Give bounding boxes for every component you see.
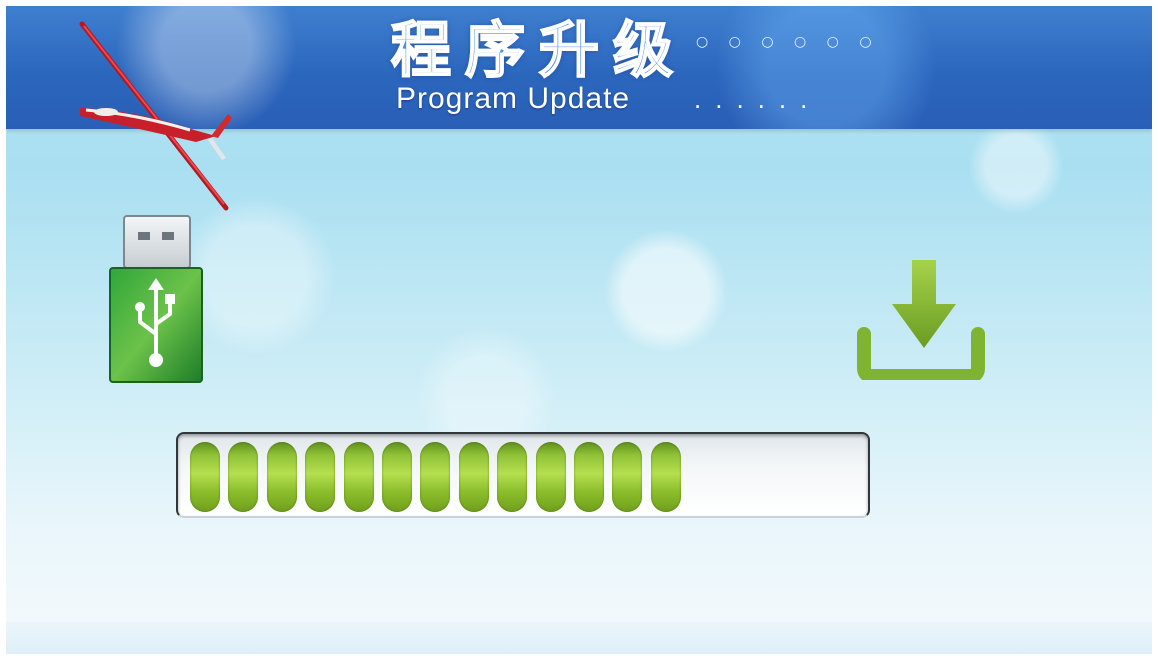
- progress-segment: [420, 442, 450, 512]
- progress-bar: [176, 432, 870, 518]
- progress-bar-fill: [186, 442, 860, 512]
- glider-icon: [79, 21, 232, 211]
- page-title-english: Program Update: [396, 82, 631, 115]
- progress-segment: [536, 442, 566, 512]
- progress-segment: [651, 442, 681, 512]
- title-decoration-dots: ......: [694, 84, 822, 114]
- progress-segment: [190, 442, 220, 512]
- page-title-chinese: 程序升级: [390, 15, 687, 87]
- progress-segment: [382, 442, 412, 512]
- update-screen: 程序升级 ○ ○ ○ ○ ○ ○ Program Update ......: [6, 6, 1152, 654]
- footer-band: [6, 622, 1152, 654]
- progress-segment: [574, 442, 604, 512]
- download-icon: [857, 260, 985, 380]
- usb-drive-icon: [109, 215, 203, 383]
- progress-segment: [612, 442, 642, 512]
- progress-segment: [344, 442, 374, 512]
- title-decoration-circles: ○ ○ ○ ○ ○ ○: [696, 34, 880, 50]
- progress-segment: [267, 442, 297, 512]
- progress-segment: [459, 442, 489, 512]
- progress-segment: [228, 442, 258, 512]
- progress-segment: [497, 442, 527, 512]
- progress-segment: [305, 442, 335, 512]
